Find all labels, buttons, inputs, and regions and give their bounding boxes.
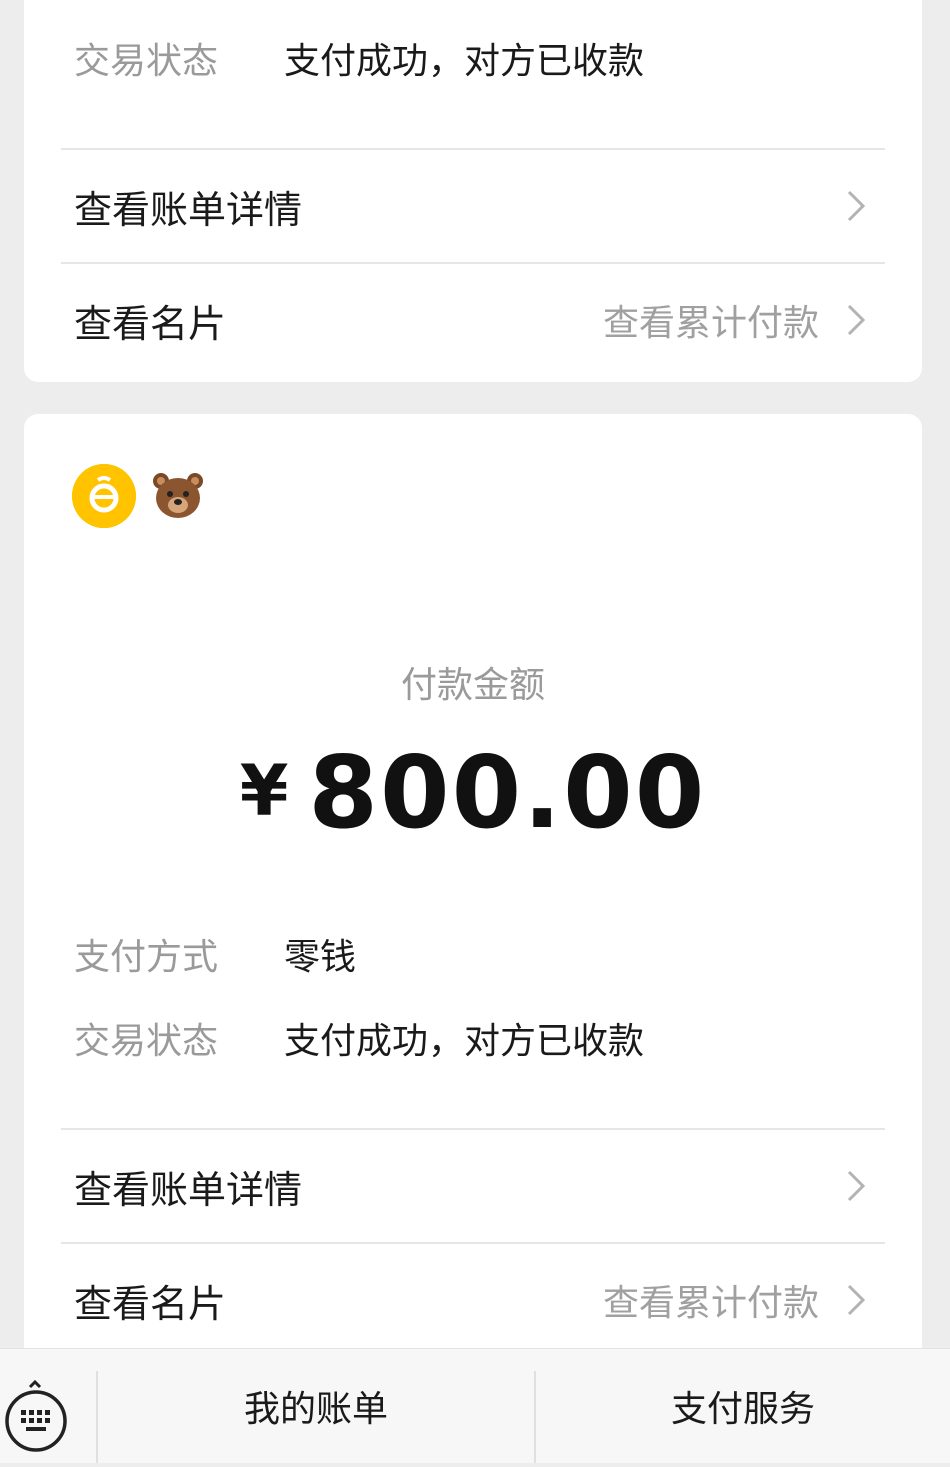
amount-value: 800.00 <box>308 734 707 851</box>
status-row: 交易状态 支付成功，对方已收款 <box>74 1012 644 1064</box>
tab-my-bills[interactable]: 我的账单 <box>98 1349 534 1463</box>
cumulative-payment-link[interactable]: 查看累计付款 <box>603 1274 819 1326</box>
status-label: 交易状态 <box>74 41 219 82</box>
status-value: 支付成功，对方已收款 <box>284 41 645 82</box>
business-card-label: 查看名片 <box>74 301 227 346</box>
bill-details-label: 查看账单详情 <box>74 1167 303 1212</box>
payment-method-label: 支付方式 <box>74 937 219 978</box>
transaction-card: 付款金额 ¥800.00 支付方式 零钱 交易状态 支付成功，对方已收款 查看账… <box>24 414 922 1374</box>
chevron-right-icon <box>841 1166 871 1206</box>
status-label: 交易状态 <box>74 1021 219 1062</box>
tab-payment-services[interactable]: 支付服务 <box>536 1349 950 1463</box>
bear-emoji-icon <box>152 472 204 520</box>
chevron-right-icon <box>841 1280 871 1320</box>
transaction-card-previous: 交易状态 支付成功，对方已收款 查看账单详情 查看名片 查看累计付款 <box>24 0 922 382</box>
chevron-right-icon <box>841 186 871 226</box>
business-card-row[interactable]: 查看名片 查看累计付款 <box>61 1244 885 1356</box>
payment-amount: ¥800.00 <box>24 734 922 851</box>
bill-details-label: 查看账单详情 <box>74 187 303 232</box>
app-logo-icon[interactable] <box>72 464 136 528</box>
keyboard-icon[interactable] <box>0 1349 96 1463</box>
bill-details-row[interactable]: 查看账单详情 <box>61 150 885 262</box>
status-row: 交易状态 支付成功，对方已收款 <box>74 32 644 84</box>
business-card-row[interactable]: 查看名片 查看累计付款 <box>61 264 885 376</box>
cumulative-payment-link[interactable]: 查看累计付款 <box>603 294 819 346</box>
payment-method-value: 零钱 <box>284 937 357 978</box>
bottom-tab-bar: 我的账单 支付服务 <box>0 1348 950 1463</box>
business-card-label: 查看名片 <box>74 1281 227 1326</box>
bill-details-row[interactable]: 查看账单详情 <box>61 1130 885 1242</box>
payment-method-row: 支付方式 零钱 <box>74 928 356 980</box>
amount-label: 付款金额 <box>400 665 545 706</box>
status-value: 支付成功，对方已收款 <box>284 1021 645 1062</box>
chevron-right-icon <box>841 300 871 340</box>
currency-symbol: ¥ <box>239 750 291 832</box>
